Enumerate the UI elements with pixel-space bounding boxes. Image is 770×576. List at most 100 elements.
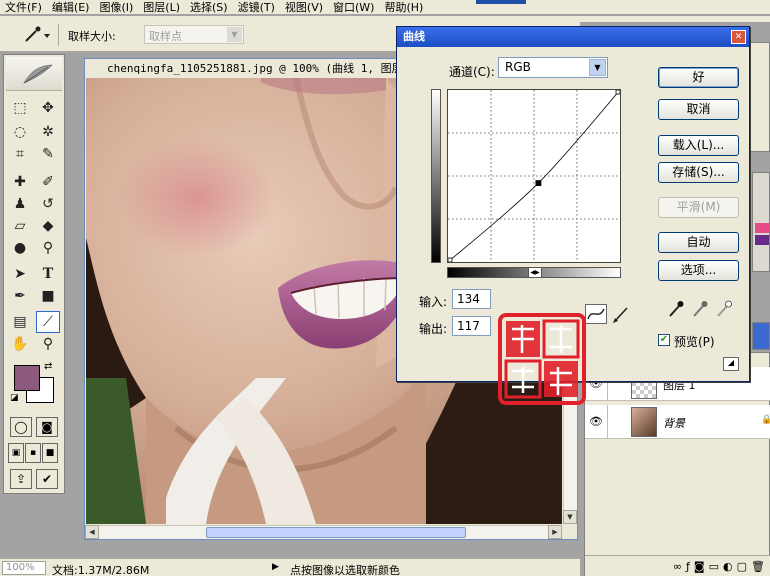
menu-window[interactable]: 窗口(W) [328,0,379,15]
slice-tool[interactable]: ✎ [36,143,60,165]
checkmark-icon: ✔ [659,334,669,345]
swatches-palette-edge [752,172,770,272]
channel-select[interactable]: RGB ▼ [498,57,608,78]
black-point-eyedropper[interactable] [667,299,685,319]
expand-view-button[interactable]: ◢ [723,357,739,371]
lasso-tool[interactable]: ◌ [8,121,32,143]
swatch-purple[interactable] [755,235,769,245]
swap-colors-icon[interactable]: ⇄ [44,361,52,372]
pencil-mode-button[interactable] [611,304,631,324]
shape-tool[interactable]: ■ [36,285,60,307]
rectangle-icon: ■ [41,288,55,304]
curve-control-point[interactable] [447,257,453,263]
paint-bucket-tool[interactable]: ◆ [36,215,60,237]
smooth-button: 平滑(M) [658,197,739,218]
menu-image[interactable]: 图像(I) [94,0,138,15]
path-select-tool[interactable]: ➤ [8,263,32,285]
sample-size-select[interactable]: 取样点 ▼ [144,25,244,44]
standard-mode-button[interactable]: ◯ [10,417,32,437]
curves-dialog-title[interactable]: 曲线 [397,27,749,47]
horizontal-scroll-thumb[interactable] [206,527,466,538]
menu-view[interactable]: 视图(V) [280,0,328,15]
cancel-button[interactable]: 取消 [658,99,739,120]
adjustment-layer-icon[interactable]: ◐ [723,560,733,573]
marquee-tool[interactable]: ⬚ [8,97,32,119]
screen-mode-full[interactable]: ■ [42,443,58,463]
load-button[interactable]: 载入(L)... [658,135,739,156]
layer-row[interactable]: 👁 背景 🔒 [585,405,770,439]
marquee-icon: ⬚ [13,100,27,116]
close-button[interactable]: ✕ [731,30,746,44]
status-menu-arrow-icon[interactable]: ▶ [272,562,279,572]
scroll-left-button[interactable]: ◀ [85,525,99,539]
menu-help[interactable]: 帮助(H) [379,0,428,15]
eraser-tool[interactable]: ▱ [8,215,32,237]
brush-tool[interactable]: ✐ [36,171,60,193]
zoom-level-field[interactable]: 100% [2,561,46,575]
menu-select[interactable]: 选择(S) [185,0,233,15]
eyedropper-icon: ⟋ [43,314,53,330]
options-separator [58,24,59,46]
scroll-down-button[interactable]: ▼ [563,510,577,524]
gradient-toggle-button[interactable]: ◀▶ [528,267,542,278]
notes-tool[interactable]: ▤ [8,311,32,333]
input-field[interactable]: 134 [452,289,491,309]
slice-icon: ✎ [42,146,54,162]
default-colors-icon[interactable]: ◪ [10,393,19,403]
trash-icon[interactable]: 🗑 [751,560,765,573]
standard-mode-icon: ◯ [14,420,28,434]
quickmask-mode-button[interactable]: ◙ [36,417,58,437]
clone-stamp-tool[interactable]: ♟ [8,193,32,215]
new-layer-icon[interactable]: ▢ [737,560,747,573]
crop-tool[interactable]: ⌗ [8,143,32,165]
curve-graph[interactable] [447,89,621,263]
magic-wand-tool[interactable]: ✲ [36,121,60,143]
menu-layer[interactable]: 图层(L) [138,0,185,15]
output-field[interactable]: 117 [452,316,491,336]
ok-button[interactable]: 好 [658,67,739,88]
curve-mode-button[interactable] [585,304,607,324]
toolbox-logo[interactable] [6,57,62,91]
gray-point-eyedropper[interactable] [691,299,709,319]
dodge-tool[interactable]: ⚲ [36,237,60,259]
menu-file[interactable]: 文件(F) [0,0,47,15]
preview-checkbox[interactable]: ✔ [658,334,670,346]
save-button[interactable]: 存储(S)... [658,162,739,183]
horizontal-scrollbar[interactable]: ◀ ▶ [85,525,562,539]
menu-filter[interactable]: 滤镜(T) [233,0,280,15]
imageready-button[interactable]: ✔ [36,469,58,489]
curve-line[interactable] [447,89,621,263]
lasso-icon: ◌ [13,124,27,140]
link-icon[interactable]: ∞ [673,560,682,573]
eyedropper-tool[interactable]: ⟋ [36,311,60,333]
white-point-eyedropper[interactable] [715,299,733,319]
screen-mode-standard[interactable]: ▣ [8,443,24,463]
menu-edit[interactable]: 编辑(E) [47,0,95,15]
auto-button[interactable]: 自动 [658,232,739,253]
foreground-color-swatch[interactable] [14,365,40,391]
eye-icon[interactable]: 👁 [589,415,603,428]
blur-tool[interactable]: ● [8,237,32,259]
scroll-right-button[interactable]: ▶ [548,525,562,539]
screen-menu-icon: ▪ [29,448,37,458]
healing-brush-tool[interactable]: ✚ [8,171,32,193]
tool-preset-picker[interactable] [20,26,54,44]
history-brush-tool[interactable]: ↺ [36,193,60,215]
curve-control-point[interactable] [535,180,542,186]
jump-to-button[interactable]: ⇪ [10,469,32,489]
curve-grid [448,90,620,262]
hand-tool[interactable]: ✋ [8,333,32,355]
move-tool[interactable]: ✥ [36,97,60,119]
pen-tool[interactable]: ✒ [8,285,32,307]
mask-icon[interactable]: ◙ [694,560,705,573]
type-tool[interactable]: T [36,263,60,285]
options-button[interactable]: 选项... [658,260,739,281]
toolbox: ⬚ ✥ ◌ ✲ ⌗ ✎ ✚ ✐ ♟ ↺ ▱ ◆ ● ⚲ ➤ T ✒ ■ ▤ ⟋ … [3,54,65,494]
screen-mode-menu[interactable]: ▪ [25,443,41,463]
folder-icon[interactable]: ▭ [709,560,719,573]
curve-control-point[interactable] [615,89,621,95]
layer-style-icon[interactable]: ƒ [686,560,690,573]
eyedropper-icon [25,26,50,42]
zoom-tool[interactable]: ⚲ [36,333,60,355]
swatch-pink[interactable] [755,223,769,233]
